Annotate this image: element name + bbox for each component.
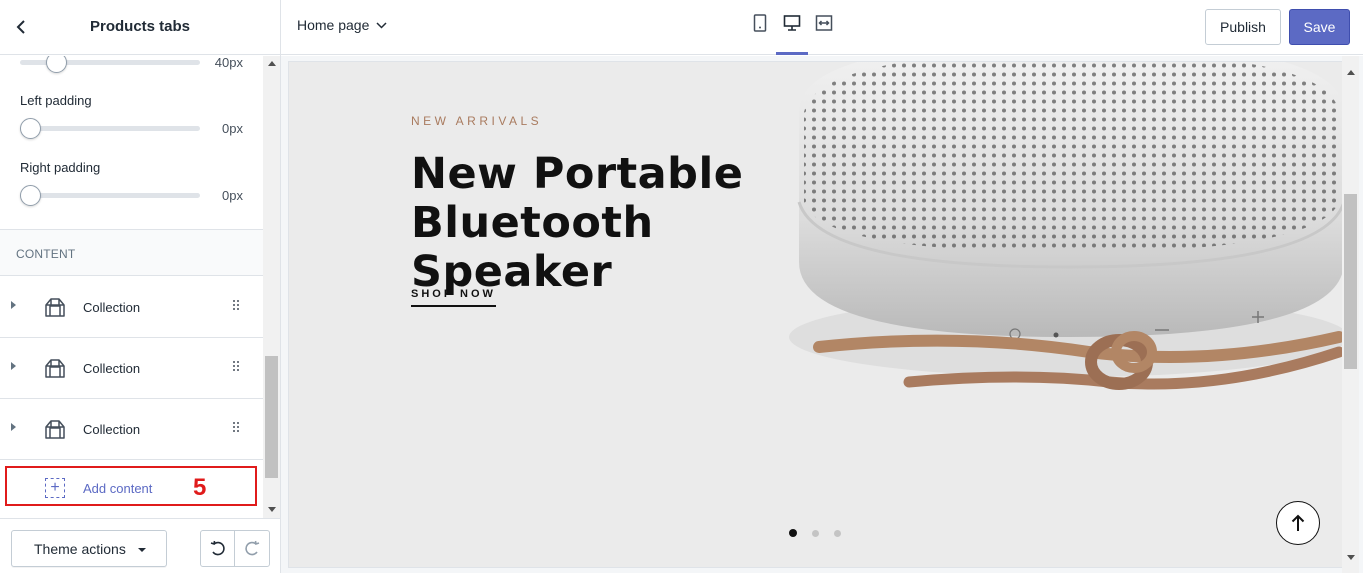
theme-editor: Products tabs 40px Left padding 0px Righ… [0, 0, 1363, 573]
undo-button[interactable] [201, 531, 236, 566]
block-label: Collection [83, 361, 141, 376]
desktop-icon [783, 15, 801, 31]
add-plus-icon: + [45, 478, 65, 498]
sidebar-title: Products tabs [89, 18, 191, 35]
right-padding-slider[interactable]: 0px [20, 185, 250, 206]
add-content-button[interactable]: + Add content 5 [5, 466, 257, 506]
editor-topbar: Home page Publish Save [281, 0, 1363, 55]
history-button-group [200, 530, 270, 567]
caret-down-icon [138, 548, 146, 552]
slide-pagination [789, 529, 841, 537]
slider-thumb[interactable] [46, 56, 67, 73]
scrollbar-thumb[interactable] [1344, 194, 1357, 369]
drag-handle-icon[interactable] [233, 422, 241, 434]
drag-handle-icon[interactable] [233, 361, 241, 373]
sidebar-footer: Theme actions [0, 518, 280, 573]
redo-icon [245, 540, 260, 555]
content-block[interactable]: Collection [0, 338, 263, 399]
scroll-down-arrow-icon[interactable] [1347, 555, 1355, 560]
hero-title: New Portable Bluetooth Speaker [411, 149, 744, 297]
slider-value: 0px [222, 121, 243, 136]
redo-button[interactable] [235, 531, 269, 566]
hero-slideshow[interactable]: NEW ARRIVALS New Portable Bluetooth Spea… [289, 62, 1342, 567]
collection-icon [45, 298, 65, 317]
page-selector[interactable]: Home page [297, 17, 387, 33]
shop-now-link[interactable]: SHOP NOW [411, 288, 496, 307]
publish-button[interactable]: Publish [1205, 9, 1281, 45]
save-button[interactable]: Save [1289, 9, 1350, 45]
slider-value: 0px [222, 188, 243, 203]
slide-dot[interactable] [789, 529, 797, 537]
scroll-down-arrow-icon[interactable] [268, 507, 276, 512]
scroll-up-arrow-icon[interactable] [1347, 70, 1355, 75]
full-width-view-button[interactable] [812, 14, 836, 55]
content-heading-label: CONTENT [16, 247, 76, 261]
block-label: Collection [83, 422, 141, 437]
preview-scrollbar[interactable] [1342, 56, 1359, 573]
collection-icon [45, 420, 65, 439]
scroll-up-arrow-icon[interactable] [268, 61, 276, 66]
slider-track[interactable] [20, 126, 200, 131]
mobile-view-button[interactable] [748, 14, 772, 55]
speaker-product-image [789, 62, 1342, 390]
content-block[interactable]: Collection [0, 399, 263, 460]
slide-dot[interactable] [834, 530, 841, 537]
content-block[interactable]: Collection [0, 277, 263, 338]
slider-thumb[interactable] [20, 118, 41, 139]
undo-icon [210, 540, 225, 555]
collection-icon [45, 359, 65, 378]
chevron-down-icon [376, 21, 387, 29]
caret-right-icon[interactable] [11, 301, 16, 309]
slider-value: 40px [214, 56, 243, 70]
editor-sidebar: Products tabs 40px Left padding 0px Righ… [0, 0, 281, 573]
theme-actions-button[interactable]: Theme actions [11, 530, 167, 567]
expand-width-icon [815, 15, 833, 31]
page-selector-label: Home page [297, 17, 370, 33]
top-spacing-slider[interactable]: 40px [20, 56, 250, 73]
sidebar-header: Products tabs [0, 0, 280, 55]
sidebar-scrollbar[interactable] [263, 56, 280, 518]
mobile-icon [753, 14, 767, 32]
slider-track[interactable] [20, 193, 200, 198]
slider-thumb[interactable] [20, 185, 41, 206]
back-to-top-button[interactable] [1276, 501, 1320, 545]
theme-actions-label: Theme actions [34, 541, 126, 557]
left-padding-label: Left padding [20, 93, 92, 108]
caret-right-icon[interactable] [11, 362, 16, 370]
add-content-label: Add content [83, 481, 153, 496]
content-section-heading: CONTENT [0, 230, 263, 276]
hero-eyebrow: NEW ARRIVALS [411, 114, 543, 128]
preview-area: NEW ARRIVALS New Portable Bluetooth Spea… [281, 56, 1363, 573]
sidebar-scroll-area: 40px Left padding 0px Right padding 0px … [0, 56, 263, 518]
drag-handle-icon[interactable] [233, 300, 241, 312]
caret-right-icon[interactable] [11, 423, 16, 431]
step-number-annotation: 5 [193, 474, 207, 501]
block-label: Collection [83, 300, 141, 315]
left-padding-slider[interactable]: 0px [20, 118, 250, 139]
scrollbar-thumb[interactable] [265, 356, 278, 478]
desktop-view-button[interactable] [776, 14, 808, 55]
arrow-up-icon [1291, 514, 1305, 531]
viewport-switcher [748, 14, 836, 55]
slide-dot[interactable] [812, 530, 819, 537]
right-padding-label: Right padding [20, 160, 101, 175]
